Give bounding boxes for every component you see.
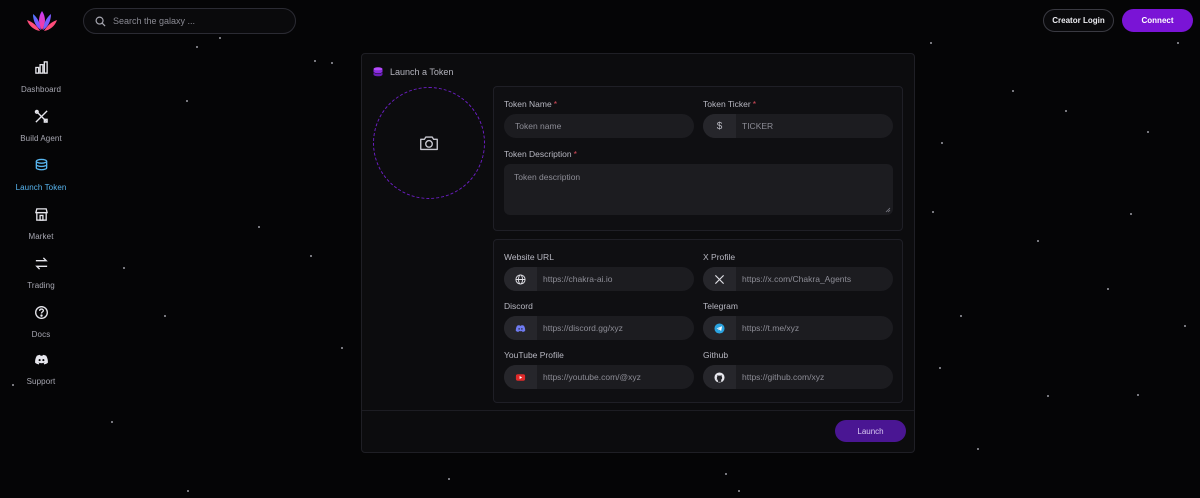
creator-login-button[interactable]: Creator Login: [1043, 9, 1114, 32]
sidebar-item-label: Market: [28, 232, 54, 241]
lotus-logo[interactable]: [26, 10, 58, 32]
sidebar-item-dashboard[interactable]: Dashboard: [0, 60, 82, 97]
telegram-input[interactable]: [736, 323, 893, 333]
telegram-field[interactable]: [703, 316, 893, 340]
sidebar-item-label: Dashboard: [20, 85, 62, 94]
camera-icon: [420, 136, 438, 151]
bar-chart-icon: [34, 61, 48, 74]
telegram-label: Telegram: [703, 301, 738, 311]
github-input[interactable]: [736, 372, 893, 382]
launch-button[interactable]: Launch: [835, 420, 906, 442]
search-icon: [95, 16, 106, 27]
sidebar-item-label: Docs: [31, 330, 51, 339]
github-field[interactable]: [703, 365, 893, 389]
x-profile-field[interactable]: [703, 267, 893, 291]
x-profile-label: X Profile: [703, 252, 736, 262]
sidebar-item-build-agent[interactable]: Build Agent: [0, 109, 82, 146]
discord-label: Discord: [504, 301, 533, 311]
youtube-field[interactable]: [504, 365, 694, 389]
x-profile-input[interactable]: [736, 274, 893, 284]
coins-icon: [373, 67, 383, 77]
search-input[interactable]: [113, 16, 283, 26]
token-name-input[interactable]: [504, 121, 694, 131]
github-icon: [714, 371, 725, 383]
discord-field[interactable]: [504, 316, 694, 340]
card-header: Launch a Token: [372, 66, 453, 78]
token-ticker-label: Token Ticker *: [703, 99, 757, 109]
discord-icon: [515, 324, 526, 332]
sidebar-item-support[interactable]: Support: [0, 352, 82, 389]
discord-icon: [34, 354, 48, 365]
swap-arrows-icon: [34, 257, 48, 270]
token-description-label: Token Description *: [504, 149, 577, 159]
social-links-panel: Website URL X Profile Discord: [493, 239, 903, 403]
token-ticker-input[interactable]: [736, 121, 893, 131]
card-title: Launch a Token: [390, 67, 454, 77]
tools-icon: [34, 109, 48, 123]
token-description-input[interactable]: [514, 172, 883, 212]
token-ticker-field[interactable]: $: [703, 114, 893, 138]
youtube-label: YouTube Profile: [504, 350, 564, 360]
sidebar-item-label: Trading: [27, 281, 55, 290]
help-circle-icon: [34, 306, 48, 319]
card-footer-divider: [362, 410, 914, 411]
x-logo-icon: [714, 274, 725, 284]
sidebar-item-label: Launch Token: [15, 183, 67, 192]
youtube-input[interactable]: [537, 372, 694, 382]
token-info-panel: Token Name* Token Ticker* $ Token Descri…: [493, 86, 903, 231]
search-bar[interactable]: [83, 8, 296, 34]
sidebar-item-market[interactable]: Market: [0, 207, 82, 244]
token-name-field[interactable]: [504, 114, 694, 138]
token-image-upload[interactable]: [373, 87, 485, 199]
sidebar-item-docs[interactable]: Docs: [0, 305, 82, 342]
coins-icon: [35, 158, 47, 171]
store-icon: [34, 208, 48, 221]
sidebar-item-launch-token[interactable]: Launch Token: [0, 158, 82, 195]
telegram-icon: [714, 322, 725, 334]
sidebar-item-label: Build Agent: [20, 134, 62, 143]
connect-button[interactable]: Connect: [1122, 9, 1193, 32]
token-description-field[interactable]: [504, 164, 893, 215]
launch-token-card: Launch a Token Token Name* Token Ticker*…: [361, 53, 915, 453]
globe-icon: [515, 273, 526, 285]
discord-input[interactable]: [537, 323, 694, 333]
website-field[interactable]: [504, 267, 694, 291]
website-label: Website URL: [504, 252, 554, 262]
sidebar-item-label: Support: [26, 377, 56, 386]
sidebar-item-trading[interactable]: Trading: [0, 256, 82, 293]
resize-grip-icon[interactable]: [885, 207, 891, 213]
token-name-label: Token Name *: [504, 99, 558, 109]
github-label: Github: [703, 350, 729, 360]
youtube-icon: [515, 373, 526, 381]
website-input[interactable]: [537, 274, 694, 284]
dollar-prefix: $: [703, 114, 736, 138]
